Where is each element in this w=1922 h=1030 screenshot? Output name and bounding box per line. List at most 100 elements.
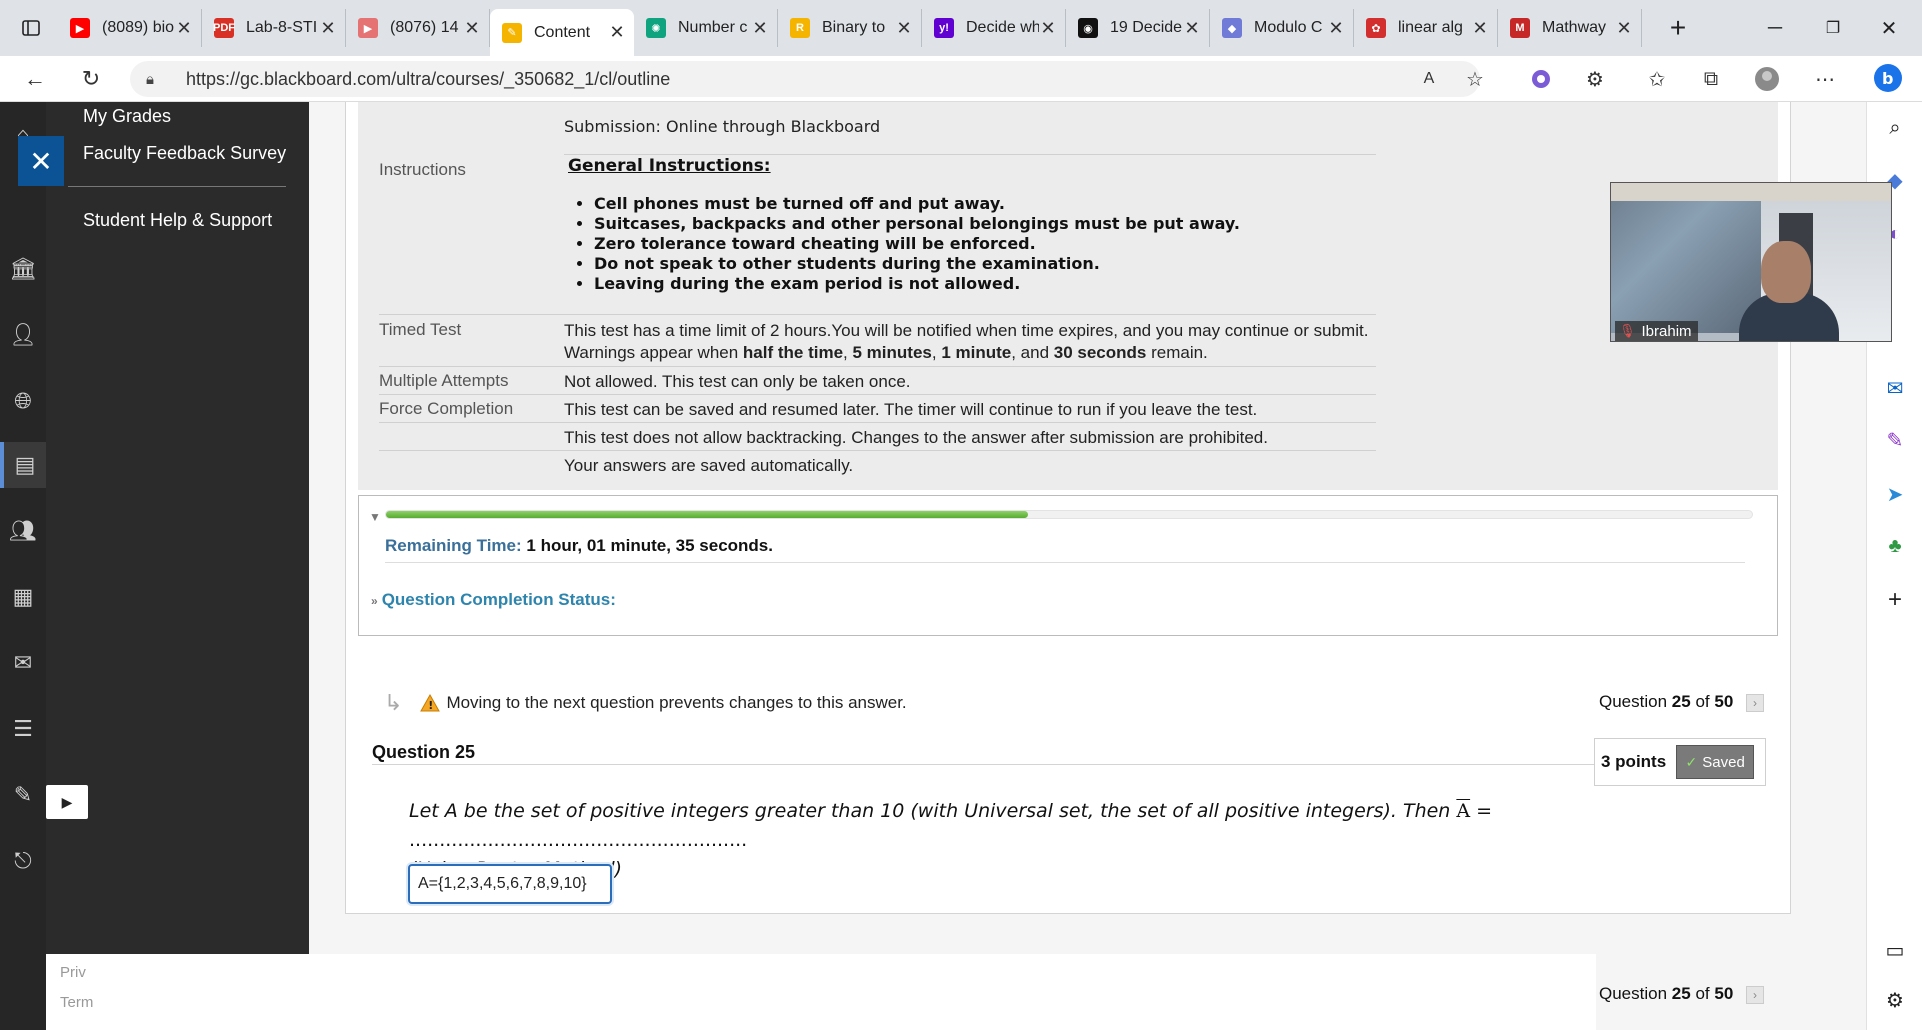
menu-link-my-grades[interactable]: My Grades bbox=[83, 106, 171, 127]
tab-favicon-icon: ▶ bbox=[358, 18, 378, 38]
force-completion-label: Force Completion bbox=[379, 399, 514, 418]
tab-close-icon[interactable]: ✕ bbox=[1183, 18, 1201, 39]
restore-icon[interactable]: ❐ bbox=[1818, 0, 1848, 56]
courses-icon[interactable]: ▤ bbox=[0, 442, 46, 488]
url-text: https://gc.blackboard.com/ultra/courses/… bbox=[186, 68, 671, 89]
row-divider bbox=[379, 450, 1376, 451]
search-icon[interactable]: ⌕ bbox=[1881, 114, 1909, 142]
designer-icon[interactable]: ✎ bbox=[1881, 426, 1909, 454]
tab-label: 19 Decide bbox=[1110, 19, 1183, 36]
expand-panel-icon[interactable]: ▶ bbox=[46, 785, 88, 819]
tools-nav-icon[interactable]: ✎ bbox=[0, 772, 46, 818]
tab-close-icon[interactable]: ✕ bbox=[1615, 18, 1633, 39]
question-completion-label: Question Completion Status: bbox=[381, 590, 616, 609]
row-divider bbox=[379, 394, 1376, 395]
browser-tab[interactable]: ▶ (8089) bio ✕ bbox=[58, 9, 202, 47]
settings-icon[interactable]: ⚙ bbox=[1881, 986, 1909, 1014]
add-favorite-icon[interactable]: ☆ bbox=[1460, 64, 1490, 94]
tab-close-icon[interactable]: ✕ bbox=[608, 22, 626, 43]
answer-input[interactable] bbox=[408, 864, 612, 904]
tab-close-icon[interactable]: ✕ bbox=[895, 18, 913, 39]
browser-tab[interactable]: ✎ Content ✕ bbox=[490, 9, 634, 56]
collections-icon[interactable]: ⧉ bbox=[1696, 64, 1726, 94]
tab-close-icon[interactable]: ✕ bbox=[175, 18, 193, 39]
read-aloud-icon[interactable]: A bbox=[1414, 64, 1444, 94]
extensions-icon[interactable]: ⚙ bbox=[1580, 64, 1610, 94]
tab-strip: ▶ (8089) bio ✕ PDF Lab-8-STI ✕ ▶ (8076) 14 ✕ ✎ Con… bbox=[58, 9, 1642, 56]
outlook-icon[interactable]: ✉ bbox=[1881, 374, 1909, 402]
browser-tab[interactable]: ▶ (8076) 14 ✕ bbox=[346, 9, 490, 47]
close-window-icon[interactable]: ✕ bbox=[1874, 0, 1904, 56]
browser-tab[interactable]: ✺ Number c ✕ bbox=[634, 9, 778, 47]
profile-nav-icon[interactable]: 👤︎ bbox=[0, 312, 46, 358]
timer-divider bbox=[385, 562, 1745, 563]
profile-icon[interactable] bbox=[1752, 64, 1782, 94]
new-tab-button[interactable]: + bbox=[1660, 9, 1696, 47]
tab-label: Number c bbox=[678, 19, 748, 36]
warning-1min: 1 minute bbox=[941, 343, 1012, 362]
grades-icon[interactable]: ☰ bbox=[0, 706, 46, 752]
tab-label: Content bbox=[534, 23, 591, 41]
autosave-value: Your answers are saved automatically. bbox=[564, 456, 854, 475]
warning-5min: 5 minutes bbox=[852, 343, 932, 362]
back-icon[interactable]: ← bbox=[18, 62, 52, 96]
warning-text: Moving to the next question prevents cha… bbox=[446, 693, 907, 712]
tab-close-icon[interactable]: ✕ bbox=[1327, 18, 1345, 39]
copilot-icon[interactable]: b bbox=[1868, 58, 1908, 98]
browser-tab[interactable]: ✿ linear alg ✕ bbox=[1354, 9, 1498, 47]
test-information: Submission: Online through Blackboard In… bbox=[358, 102, 1778, 490]
organizations-icon[interactable]: 👥︎ bbox=[0, 508, 46, 554]
tab-favicon-icon: M bbox=[1510, 18, 1530, 38]
warnings-text: Warnings appear when bbox=[564, 343, 743, 362]
messages-icon[interactable]: ✉ bbox=[0, 640, 46, 686]
menu-link-faculty-survey[interactable]: Faculty Feedback Survey bbox=[83, 143, 286, 164]
browser-tab[interactable]: ◆ Modulo C ✕ bbox=[1210, 9, 1354, 47]
question-number: 25 bbox=[1671, 692, 1691, 711]
browser-tab[interactable]: y! Decide wh ✕ bbox=[922, 9, 1066, 47]
sign-out-icon[interactable]: ⎋ bbox=[0, 838, 46, 884]
next-question-icon[interactable]: › bbox=[1746, 985, 1765, 1004]
extension-color-icon[interactable] bbox=[1526, 64, 1556, 94]
check-icon: ✓ bbox=[1685, 753, 1698, 770]
close-menu-icon[interactable]: ✕ bbox=[18, 136, 64, 186]
list-item: Suitcases, backpacks and other personal … bbox=[594, 214, 1240, 234]
refresh-icon[interactable]: ↻ bbox=[74, 62, 108, 96]
collapse-timer-icon[interactable]: ▼ bbox=[369, 510, 381, 524]
add-sidebar-app-icon[interactable]: + bbox=[1881, 586, 1909, 614]
tab-close-icon[interactable]: ✕ bbox=[463, 18, 481, 39]
svg-text:!: ! bbox=[429, 699, 434, 712]
browser-tab[interactable]: ◉ 19 Decide ✕ bbox=[1066, 9, 1210, 47]
tab-actions-icon[interactable] bbox=[14, 0, 48, 56]
warning-30s: 30 seconds bbox=[1053, 343, 1147, 362]
menu-link-student-help[interactable]: Student Help & Support bbox=[83, 210, 272, 231]
tab-close-icon[interactable]: ✕ bbox=[319, 18, 337, 39]
time-progress-bar bbox=[385, 510, 1753, 519]
browser-tab[interactable]: PDF Lab-8-STI ✕ bbox=[202, 9, 346, 47]
next-question-icon[interactable]: › bbox=[1746, 693, 1765, 712]
more-menu-icon[interactable]: ⋯ bbox=[1810, 64, 1840, 94]
tab-close-icon[interactable]: ✕ bbox=[1471, 18, 1489, 39]
participant-name-tag: 🎙︎ Ibrahim bbox=[1615, 321, 1698, 341]
video-call-overlay[interactable]: 🎙︎ Ibrahim bbox=[1610, 182, 1892, 342]
favorites-icon[interactable]: ✩ bbox=[1642, 64, 1672, 94]
calendar-icon[interactable]: ▦ bbox=[0, 574, 46, 620]
activity-globe-icon[interactable]: 🌐︎ bbox=[0, 378, 46, 424]
instructions-list: Cell phones must be turned off and put a… bbox=[594, 194, 1240, 294]
sidebar-layout-icon[interactable]: ▭ bbox=[1881, 936, 1909, 964]
games-icon[interactable]: ♣ bbox=[1881, 532, 1909, 560]
tab-favicon-icon: ◆ bbox=[1222, 18, 1242, 38]
question-navigator: Question 25 of 50 › bbox=[1599, 692, 1765, 712]
tab-close-icon[interactable]: ✕ bbox=[1039, 18, 1057, 39]
minimize-icon[interactable]: ─ bbox=[1760, 0, 1790, 56]
send-icon[interactable]: ➤ bbox=[1881, 480, 1909, 508]
tab-close-icon[interactable]: ✕ bbox=[751, 18, 769, 39]
tab-favicon-icon: ▶ bbox=[70, 18, 90, 38]
question-completion-toggle[interactable]: » Question Completion Status: bbox=[371, 590, 616, 610]
address-bar[interactable]: 🔒︎ https://gc.blackboard.com/ultra/cours… bbox=[130, 61, 1480, 97]
browser-tab[interactable]: M Mathway ✕ bbox=[1498, 9, 1642, 47]
privacy-link[interactable]: Priv bbox=[60, 964, 86, 981]
browser-tab[interactable]: R Binary to ✕ bbox=[778, 9, 922, 47]
row-divider bbox=[379, 422, 1376, 423]
terms-link[interactable]: Term bbox=[60, 994, 93, 1011]
institution-page-icon[interactable]: 🏛︎ bbox=[0, 246, 46, 292]
